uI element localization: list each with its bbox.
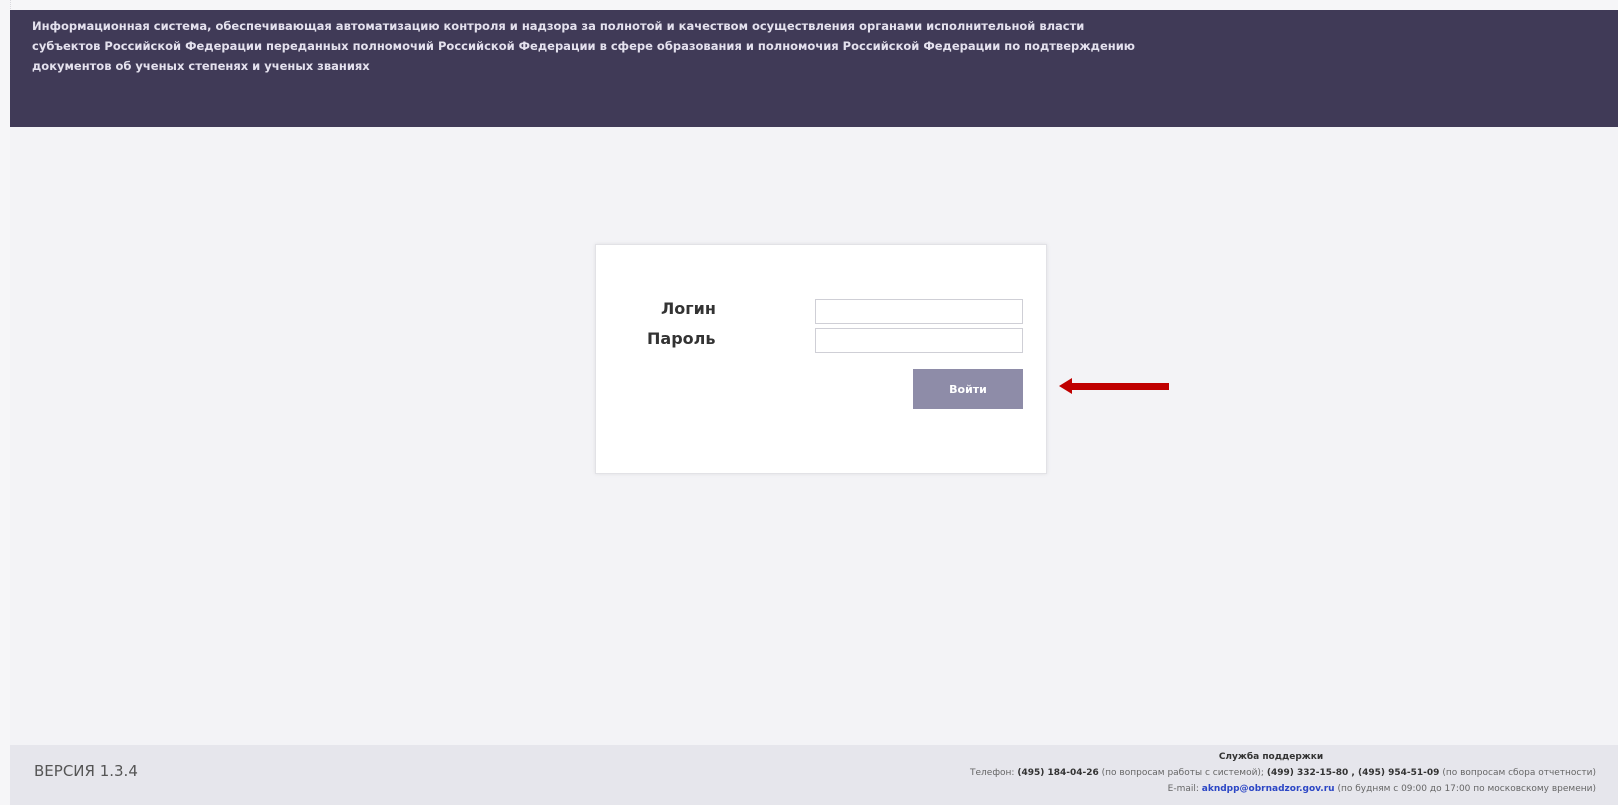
support-email-line: E-mail: akndpp@obrnadzor.gov.ru (по будн…	[646, 781, 1596, 797]
left-arrow-icon	[1059, 378, 1072, 394]
login-label: Логин	[661, 299, 716, 318]
phone-primary-note: (по вопросам работы с системой);	[1101, 768, 1264, 778]
support-phone-line: Телефон: (495) 184-04-26 (по вопросам ра…	[646, 765, 1596, 781]
phone-number-secondary: (499) 332-15-80 , (495) 954-51-09	[1266, 768, 1440, 778]
system-description: Информационная система, обеспечивающая а…	[32, 19, 1135, 73]
phone-number-primary: (495) 184-04-26	[1017, 768, 1099, 778]
site-footer: ВЕРСИЯ 1.3.4 Служба поддержки Телефон: (…	[10, 745, 1618, 805]
support-title: Служба поддержки	[1218, 752, 1324, 762]
login-button[interactable]: Войти	[913, 369, 1023, 409]
site-header: Информационная система, обеспечивающая а…	[10, 10, 1618, 127]
version-label: ВЕРСИЯ 1.3.4	[34, 762, 138, 780]
password-input[interactable]	[815, 328, 1023, 353]
support-info: Служба поддержки Телефон: (495) 184-04-2…	[646, 749, 1596, 797]
login-input[interactable]	[815, 299, 1023, 324]
email-prefix: E-mail:	[1167, 784, 1199, 794]
support-email-link[interactable]: akndpp@obrnadzor.gov.ru	[1202, 784, 1335, 794]
login-card: Логин Пароль Войти	[595, 244, 1047, 474]
phone-prefix: Телефон:	[970, 768, 1015, 778]
annotation-arrow-line	[1069, 383, 1169, 390]
page-frame-top	[0, 0, 1618, 10]
phone-secondary-note: (по вопросам сбора отчетности)	[1442, 768, 1596, 778]
email-note: (по будням с 09:00 до 17:00 по московско…	[1337, 784, 1596, 794]
password-label: Пароль	[647, 329, 716, 348]
